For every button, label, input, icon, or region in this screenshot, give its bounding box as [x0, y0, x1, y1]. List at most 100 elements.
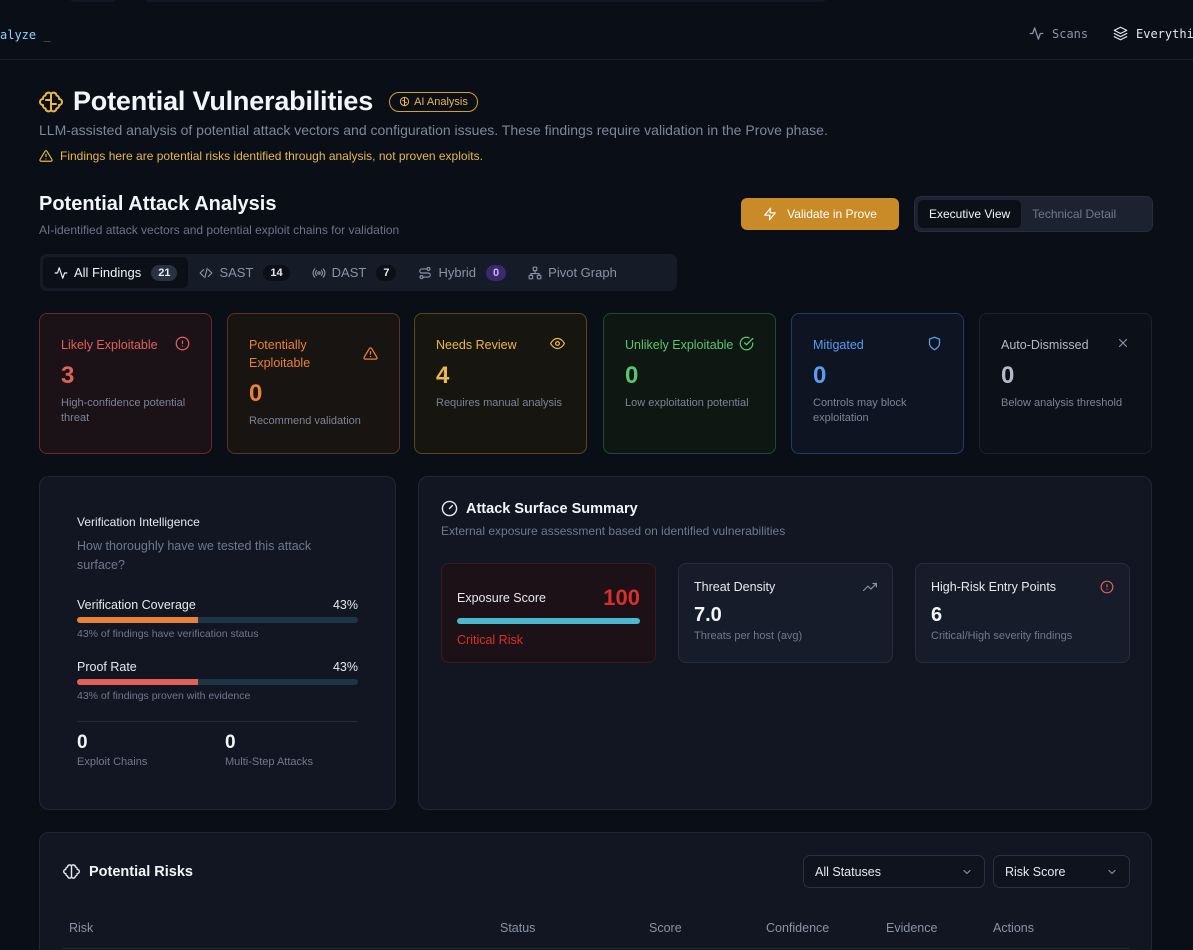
metric-label: Exposure Score [457, 591, 546, 605]
status-filter-select[interactable]: All Statuses [803, 855, 985, 888]
column-header-status[interactable]: Status [500, 921, 535, 935]
exploit-chains-stat: 0 Exploit Chains [77, 732, 147, 768]
proof-progress-fill [77, 679, 198, 685]
tab-all-findings[interactable]: All Findings 21 [43, 257, 189, 288]
alert-triangle-icon [363, 346, 378, 361]
metric-label: Proof Rate [77, 660, 137, 674]
card-value: 0 [249, 380, 263, 407]
high-risk-entry-points-card[interactable]: High-Risk Entry Points 6 Critical/High s… [915, 563, 1130, 663]
trending-up-icon [863, 580, 877, 594]
card-label: Unlikely Exploitable [625, 338, 734, 352]
sort-select[interactable]: Risk Score [993, 855, 1130, 888]
exposure-score-card[interactable]: Exposure Score 100 Critical Risk [441, 563, 656, 663]
status-card-likely-exploitable[interactable]: Likely Exploitable 3 High-confidence pot… [39, 313, 212, 454]
eye-icon [550, 336, 565, 351]
card-desc: Below analysis threshold [1001, 397, 1123, 409]
panel-title: Verification Intelligence [77, 515, 200, 529]
risk-level: Critical Risk [457, 633, 523, 647]
brand[interactable]: alyze _ [0, 28, 51, 42]
check-circle-icon [739, 336, 754, 351]
tab-label: Hybrid [438, 265, 477, 280]
status-card-potentially-exploitable[interactable]: Potentially Exploitable 0 Recommend vali… [227, 313, 400, 454]
nav-scans[interactable]: Scans [1029, 26, 1088, 41]
tab-label: Pivot Graph [548, 265, 617, 280]
status-card-auto-dismissed[interactable]: Auto-Dismissed 0 Below analysis threshol… [979, 313, 1152, 454]
multi-step-attacks-stat: 0 Multi-Step Attacks [225, 732, 313, 768]
divider [77, 721, 358, 722]
metric-value: 43% [332, 598, 358, 612]
coverage-progress-fill [77, 617, 198, 623]
panel-title: Potential Risks [89, 863, 193, 880]
verification-intelligence-panel: Verification Intelligence How thoroughly… [39, 476, 396, 810]
status-card-needs-review[interactable]: Needs Review 4 Requires manual analysis [414, 313, 587, 454]
network-icon [528, 266, 542, 280]
nav-scans-label: Scans [1052, 26, 1089, 41]
stat-label: Multi-Step Attacks [225, 756, 314, 768]
top-pill[interactable] [68, 0, 118, 2]
section-subtitle: AI-identified attack vectors and potenti… [39, 223, 400, 237]
column-header-actions[interactable]: Actions [993, 921, 1034, 935]
validate-in-prove-button[interactable]: Validate in Prove [741, 198, 899, 230]
tab-count: 21 [151, 264, 178, 281]
column-header-confidence[interactable]: Confidence [766, 921, 829, 935]
panel-question: How thoroughly have we tested this attac… [77, 539, 312, 572]
tab-sast[interactable]: SAST 14 [188, 257, 300, 288]
potential-risks-title: Potential Risks [63, 863, 193, 880]
card-value: 3 [61, 362, 75, 389]
proof-rate-metric: Proof Rate 43% 43% of findings proven wit… [77, 660, 358, 702]
tab-hybrid[interactable]: Hybrid 0 [407, 257, 517, 288]
executive-view-option[interactable]: Executive View [918, 200, 1022, 228]
card-desc: Recommend validation [249, 415, 361, 427]
gauge-icon [441, 500, 458, 517]
metric-value: 43% [332, 660, 358, 674]
status-card-unlikely-exploitable[interactable]: Unlikely Exploitable 0 Low exploitation … [603, 313, 776, 454]
column-header-score[interactable]: Score [649, 921, 682, 935]
findings-tabs: All Findings 21 SAST 14 DAST 7 Hybrid 0 … [40, 254, 677, 291]
tab-count: 0 [486, 264, 507, 281]
nav-everything[interactable]: Everythir [1113, 26, 1193, 41]
alert-triangle-icon [39, 149, 53, 163]
brand-cursor: _ [43, 28, 51, 42]
warning-text: Findings here are potential risks identi… [60, 149, 483, 163]
threat-density-card[interactable]: Threat Density 7.0 Threats per host (avg… [678, 563, 893, 663]
brain-icon [63, 863, 80, 880]
metric-caption: Threats per host (avg) [694, 630, 803, 642]
chevron-down-icon [961, 866, 973, 878]
code-icon [199, 266, 213, 280]
route-icon [418, 266, 432, 280]
card-value: 4 [436, 362, 450, 389]
brand-label: alyze [0, 28, 37, 42]
panel-subtitle: External exposure assessment based on id… [441, 524, 786, 538]
ai-analysis-badge: AI Analysis [389, 91, 478, 112]
proof-progress-bar [77, 679, 358, 685]
panel-title: Attack Surface Summary [466, 500, 638, 517]
chevron-down-icon [1106, 866, 1118, 878]
tab-pivot-graph[interactable]: Pivot Graph [517, 257, 628, 288]
card-label: Potentially Exploitable [249, 338, 311, 370]
global-search[interactable] [143, 0, 828, 2]
card-label: Likely Exploitable [61, 338, 158, 352]
technical-detail-option[interactable]: Technical Detail [1021, 200, 1127, 228]
card-desc: Low exploitation potential [625, 397, 749, 409]
potential-risks-panel: Potential Risks All Statuses Risk Score … [39, 832, 1152, 950]
brain-icon [39, 90, 63, 114]
tab-dast[interactable]: DAST 7 [301, 257, 408, 288]
metric-label: Verification Coverage [77, 598, 196, 612]
column-header-evidence[interactable]: Evidence [886, 921, 937, 935]
tab-label: DAST [331, 265, 367, 280]
column-header-risk[interactable]: Risk [69, 921, 93, 935]
card-desc: High-confidence potential threat [61, 397, 186, 424]
tab-count: 14 [263, 264, 290, 281]
table-divider [63, 948, 1129, 949]
section-title: Potential Attack Analysis [39, 193, 277, 215]
metric-label: High-Risk Entry Points [931, 580, 1057, 594]
metric-value: 7.0 [694, 604, 722, 626]
activity-icon [1029, 26, 1044, 41]
brain-icon [399, 96, 410, 107]
layers-icon [1113, 26, 1128, 41]
exposure-score-value: 100 [603, 585, 640, 610]
page-header: Potential Vulnerabilities AI Analysis [39, 86, 478, 117]
stat-value: 0 [225, 732, 236, 753]
status-card-mitigated[interactable]: Mitigated 0 Controls may block exploitat… [791, 313, 964, 454]
shield-icon [927, 336, 942, 351]
